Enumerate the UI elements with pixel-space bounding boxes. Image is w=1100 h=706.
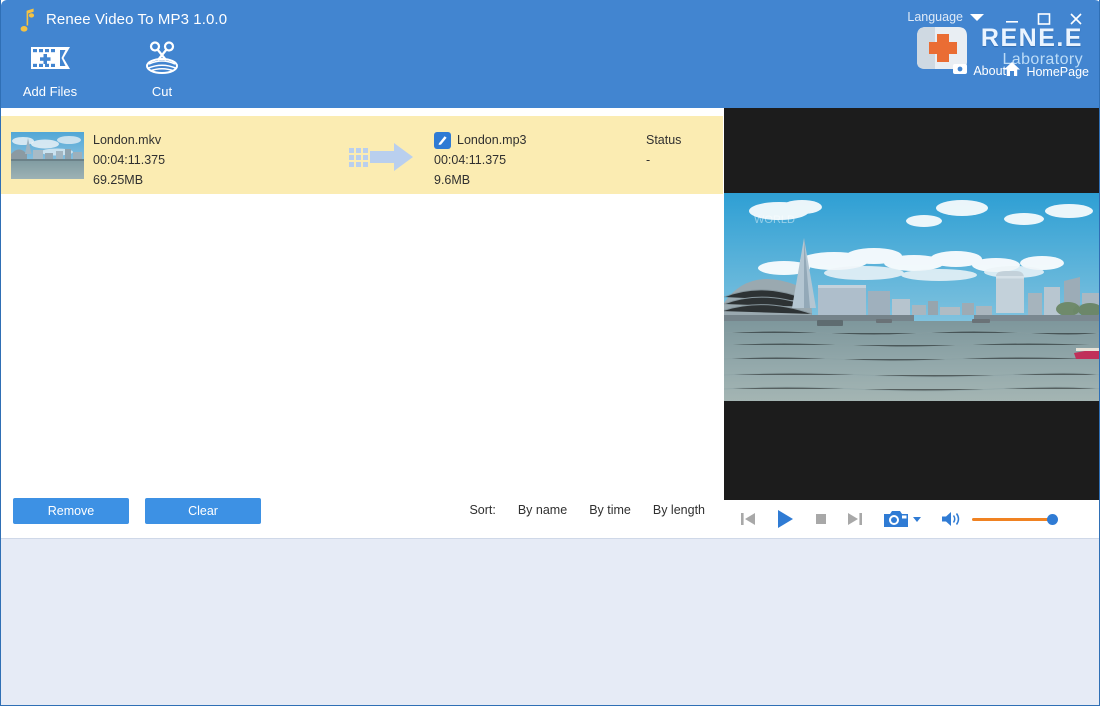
add-files-label: Add Files <box>1 84 99 99</box>
music-note-icon <box>15 6 37 32</box>
svg-text:WORLD: WORLD <box>754 214 795 226</box>
output-file-name-row: London.mp3 <box>434 130 527 150</box>
sort-by-time[interactable]: By time <box>589 503 631 517</box>
video-thumbnail <box>11 132 84 179</box>
volume-slider-knob[interactable] <box>1047 514 1058 525</box>
settings-panel: Output Format: MP3 Quality: High(Larger … <box>1 538 1100 705</box>
chevron-down-icon <box>970 14 984 21</box>
camera-dropdown-chevron-icon[interactable] <box>911 514 923 524</box>
skip-next-icon[interactable] <box>845 509 865 529</box>
letterbox-bottom <box>724 401 1100 500</box>
status-header: Status <box>646 130 681 150</box>
window-title: Renee Video To MP3 1.0.0 <box>46 11 227 28</box>
source-duration: 00:04:11.375 <box>93 150 165 170</box>
application-window: Renee Video To MP3 1.0.0 <box>0 0 1100 706</box>
about-label: About <box>973 64 1006 78</box>
close-button[interactable] <box>1063 8 1089 30</box>
list-toolbar: Remove Clear Sort: By name By time By le… <box>1 490 723 538</box>
output-duration: 00:04:11.375 <box>434 150 527 170</box>
language-selector[interactable]: Language <box>907 10 984 24</box>
camera-icon[interactable] <box>883 508 909 530</box>
homepage-label: HomePage <box>1026 65 1089 79</box>
speaker-icon[interactable] <box>941 510 963 528</box>
video-preview-panel[interactable]: WORLD <box>724 108 1100 538</box>
minimize-button[interactable] <box>999 8 1025 30</box>
output-file-name: London.mp3 <box>457 130 527 150</box>
scissors-icon <box>113 38 211 78</box>
skip-previous-icon[interactable] <box>738 509 758 529</box>
right-arrow-icon <box>349 142 414 172</box>
stop-icon[interactable] <box>813 511 829 527</box>
volume-slider[interactable] <box>972 518 1054 521</box>
video-frame: WORLD <box>724 193 1100 401</box>
title-bar: Renee Video To MP3 1.0.0 <box>1 0 1100 108</box>
sort-by-name[interactable]: By name <box>518 503 567 517</box>
sort-controls: Sort: By name By time By length <box>469 503 705 517</box>
play-icon[interactable] <box>774 508 796 530</box>
file-list-panel[interactable]: London.mkv 00:04:11.375 69.25MB <box>1 108 723 538</box>
source-size: 69.25MB <box>93 170 165 190</box>
clear-button[interactable]: Clear <box>145 498 261 524</box>
home-icon <box>1003 61 1021 82</box>
language-label: Language <box>907 10 963 24</box>
source-file-name: London.mkv <box>93 130 165 150</box>
letterbox-top <box>724 108 1100 193</box>
arrow-tail-dots <box>349 148 368 167</box>
app-identity: Renee Video To MP3 1.0.0 <box>15 6 227 32</box>
table-row[interactable]: London.mkv 00:04:11.375 69.25MB <box>1 116 723 194</box>
sort-by-length[interactable]: By length <box>653 503 705 517</box>
output-size: 9.6MB <box>434 170 527 190</box>
source-file-info: London.mkv 00:04:11.375 69.25MB <box>93 130 165 190</box>
output-file-info: London.mp3 00:04:11.375 9.6MB <box>434 130 527 190</box>
add-files-icon <box>1 38 99 78</box>
sort-label: Sort: <box>469 503 495 517</box>
status-badge: - <box>646 150 681 170</box>
maximize-button[interactable] <box>1031 8 1057 30</box>
info-icon <box>952 61 968 81</box>
pencil-edit-icon[interactable] <box>434 132 451 149</box>
homepage-button[interactable]: HomePage <box>1003 61 1089 82</box>
cut-button[interactable]: Cut <box>113 38 211 99</box>
player-controls <box>724 500 1100 538</box>
cut-label: Cut <box>113 84 211 99</box>
add-files-button[interactable]: Add Files <box>1 38 99 99</box>
remove-button[interactable]: Remove <box>13 498 129 524</box>
about-button[interactable]: About <box>952 61 1006 81</box>
status-cell: Status - <box>646 130 681 170</box>
